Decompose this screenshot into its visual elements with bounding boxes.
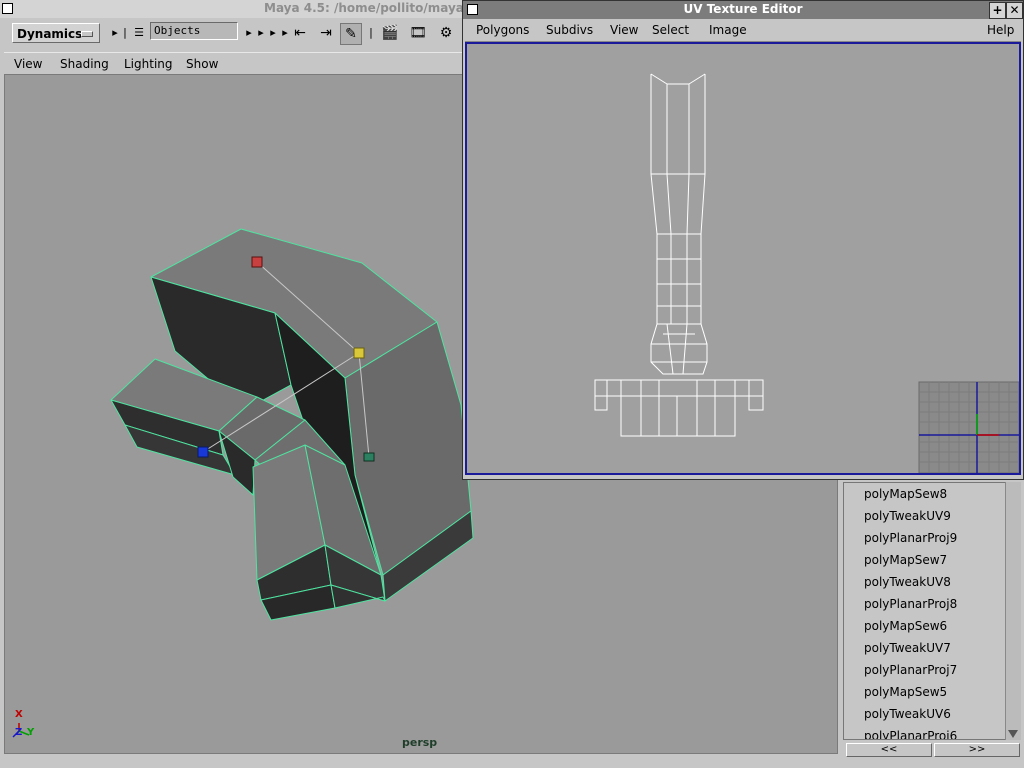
scroll-right-button[interactable]: >>	[934, 743, 1020, 757]
mode-menu-dropdown[interactable]: Dynamics	[12, 23, 100, 43]
viewport-menu-shading[interactable]: Shading	[60, 57, 109, 71]
uv-layout	[594, 73, 1019, 473]
uv-menu-polygons[interactable]: Polygons	[476, 23, 529, 37]
uv-menu-help[interactable]: Help	[987, 23, 1014, 37]
uv-shell	[650, 74, 708, 375]
scroll-left-button[interactable]: <<	[846, 743, 932, 757]
list-item[interactable]: polyPlanarProj8	[844, 593, 1020, 615]
history-list-scrollbar[interactable]	[1005, 482, 1021, 740]
list-item[interactable]: polyTweakUV6	[844, 703, 1020, 725]
list-item[interactable]: polyMapSew7	[844, 549, 1020, 571]
list-item[interactable]: polyTweakUV8	[844, 571, 1020, 593]
manipulator-handle-yellow	[353, 347, 365, 359]
uv-texture-editor-window: UV Texture Editor + ✕ Polygons Subdivs V…	[462, 0, 1024, 480]
uv-menu-subdivs[interactable]: Subdivs	[546, 23, 593, 37]
manipulator-handle-green	[363, 452, 375, 462]
uv-shell	[594, 379, 764, 437]
option-menu-indicator-icon	[81, 31, 93, 37]
list-item[interactable]: polyMapSew5	[844, 681, 1020, 703]
selection-mask-menu-icon[interactable]: ☰	[132, 24, 146, 42]
uv-canvas[interactable]	[465, 42, 1021, 475]
uv-editor-title: UV Texture Editor	[683, 2, 803, 16]
list-item[interactable]: polyPlanarProj6	[844, 725, 1020, 739]
viewport-menu-view[interactable]: View	[14, 57, 42, 71]
collapse-bar-icon[interactable]: |	[118, 24, 132, 42]
maximize-icon[interactable]: +	[989, 2, 1006, 19]
history-list[interactable]: polyMapSew8 polyTweakUV9 polyPlanarProj9…	[843, 482, 1021, 740]
collapse-bar-icon[interactable]: |	[364, 24, 378, 42]
construction-history-icon[interactable]: ✎	[340, 23, 362, 45]
output-operations-icon[interactable]: ⇥	[316, 23, 336, 43]
list-item[interactable]: polyPlanarProj9	[844, 527, 1020, 549]
list-item[interactable]: polyMapSew8	[844, 483, 1020, 505]
axis-y-label: Y	[27, 727, 35, 738]
list-item[interactable]: polyTweakUV9	[844, 505, 1020, 527]
scroll-down-icon[interactable]	[1008, 730, 1018, 738]
manipulator-handle-red	[251, 256, 263, 268]
objects-input[interactable]: Objects	[150, 22, 238, 40]
camera-label: persp	[402, 736, 438, 749]
render-frame-icon[interactable]: 🎬	[380, 23, 400, 43]
ipr-render-icon[interactable]: 🎞	[408, 23, 428, 43]
uv-menu-image[interactable]: Image	[709, 23, 747, 37]
uv-menu-view[interactable]: View	[610, 23, 638, 37]
uv-editor-menubar: Polygons Subdivs View Select Image Help	[465, 21, 1021, 42]
list-item[interactable]: polyTweakUV7	[844, 637, 1020, 659]
render-globals-icon[interactable]: ⚙	[436, 23, 456, 43]
axis-z-label: Z	[15, 727, 23, 738]
viewport-menubar: View Shading Lighting Show	[4, 52, 464, 75]
list-item[interactable]: polyMapSew6	[844, 615, 1020, 637]
mode-menu-label: Dynamics	[17, 27, 83, 41]
axis-x-label: X	[15, 709, 23, 720]
window-menu-icon[interactable]	[2, 3, 13, 14]
viewport-menu-show[interactable]: Show	[186, 57, 218, 71]
uv-menu-select[interactable]: Select	[652, 23, 689, 37]
close-icon[interactable]: ✕	[1006, 2, 1023, 19]
input-operations-icon[interactable]: ⇤	[290, 23, 310, 43]
main-window-title: Maya 4.5: /home/pollito/maya/pr	[264, 1, 483, 15]
list-item[interactable]: polyPlanarProj7	[844, 659, 1020, 681]
uv-editor-titlebar[interactable]: UV Texture Editor + ✕	[463, 1, 1023, 19]
manipulator-handle-blue	[197, 446, 209, 458]
uv-grid	[918, 381, 1019, 473]
viewport-menu-lighting[interactable]: Lighting	[124, 57, 173, 71]
